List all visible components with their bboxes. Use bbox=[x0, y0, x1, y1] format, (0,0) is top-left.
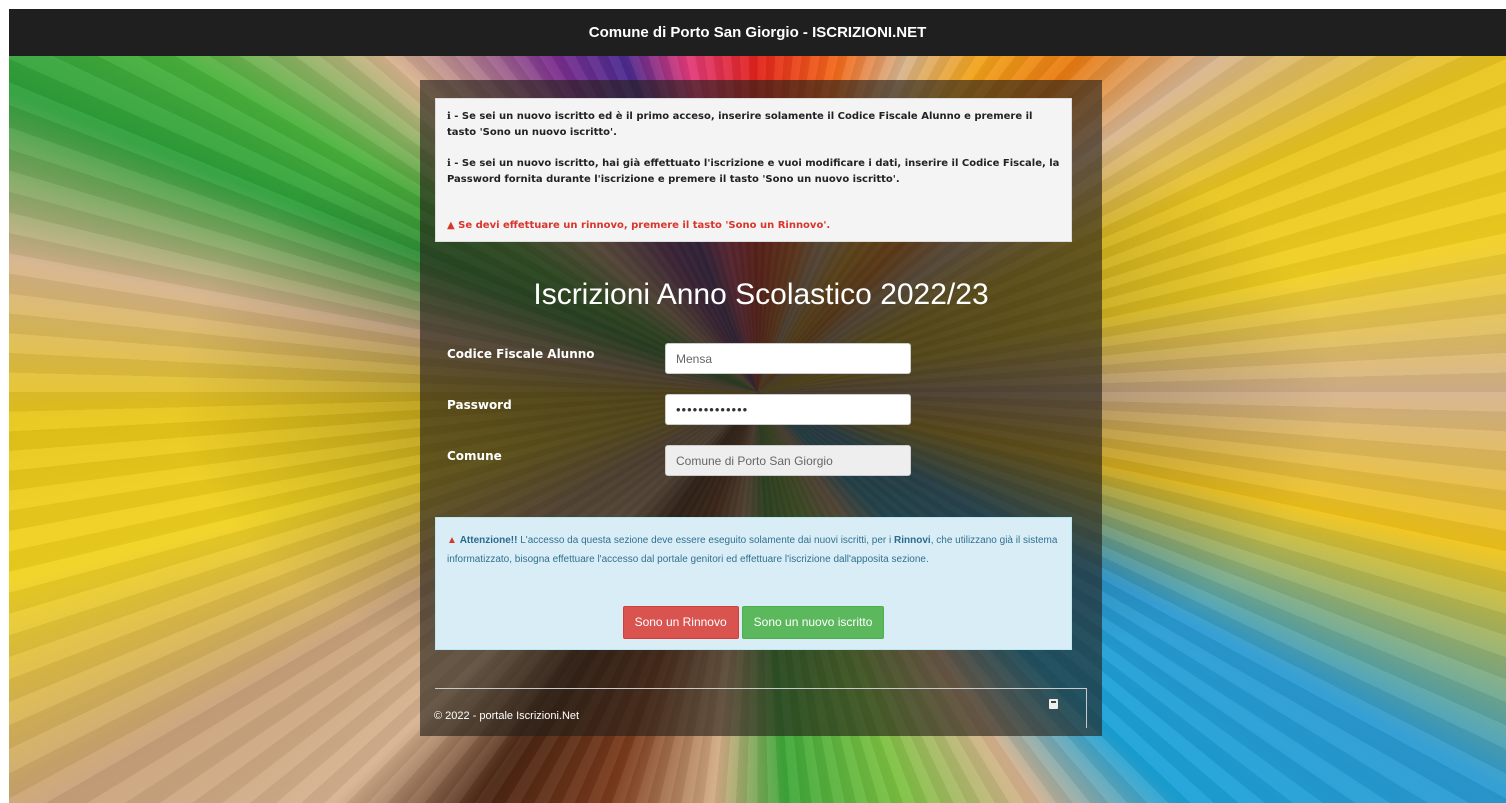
login-panel: ℹ - Se sei un nuovo iscritto ed è il pri… bbox=[420, 80, 1102, 736]
footer-divider bbox=[435, 688, 1087, 689]
comune-input[interactable]: Comune di Porto San Giorgio bbox=[665, 445, 911, 476]
rinnovo-button[interactable]: Sono un Rinnovo bbox=[622, 606, 739, 639]
comune-label: Comune bbox=[447, 449, 502, 463]
alert-rinnovi: Rinnovi bbox=[894, 535, 931, 546]
codice-fiscale-label: Codice Fiscale Alunno bbox=[447, 347, 595, 361]
page-frame: Comune di Porto San Giorgio - ISCRIZIONI… bbox=[9, 9, 1506, 803]
form-title: Iscrizioni Anno Scolastico 2022/23 bbox=[533, 278, 989, 311]
alert-strong: Attenzione!! bbox=[459, 535, 518, 546]
info-line-first-access: ℹ - Se sei un nuovo iscritto ed è il pri… bbox=[447, 111, 1033, 138]
button-group: Sono un Rinnovo Sono un nuovo iscritto bbox=[436, 606, 1071, 639]
password-input[interactable]: ••••••••••••• bbox=[665, 394, 911, 425]
page-title: Comune di Porto San Giorgio - ISCRIZIONI… bbox=[588, 24, 927, 41]
alert-text-1: L'accesso da questa sezione deve essere … bbox=[517, 535, 895, 546]
warning-icon: ▲ bbox=[447, 535, 457, 546]
password-label: Password bbox=[447, 398, 512, 412]
footer-copyright: © 2022 - portale Iscrizioni.Net bbox=[434, 710, 580, 722]
codice-fiscale-input[interactable]: Mensa bbox=[665, 343, 911, 374]
info-line-modify: ℹ - Se sei un nuovo iscritto, hai già ef… bbox=[447, 158, 1060, 185]
info-box: ℹ - Se sei un nuovo iscritto ed è il pri… bbox=[435, 98, 1072, 242]
info-warning-renewal: ▲ Se devi effettuare un rinnovo, premere… bbox=[447, 220, 831, 231]
codice-fiscale-row: Codice Fiscale Alunno Mensa bbox=[447, 343, 1077, 381]
footer-divider-vertical bbox=[1086, 688, 1087, 728]
document-icon[interactable] bbox=[1049, 699, 1058, 709]
comune-row: Comune Comune di Porto San Giorgio bbox=[447, 445, 1077, 483]
top-bar: Comune di Porto San Giorgio - ISCRIZIONI… bbox=[9, 9, 1506, 56]
password-row: Password ••••••••••••• bbox=[447, 394, 1077, 432]
nuovo-iscritto-button[interactable]: Sono un nuovo iscritto bbox=[741, 606, 885, 639]
attention-alert: ▲ Attenzione!! L'accesso da questa sezio… bbox=[435, 517, 1072, 650]
